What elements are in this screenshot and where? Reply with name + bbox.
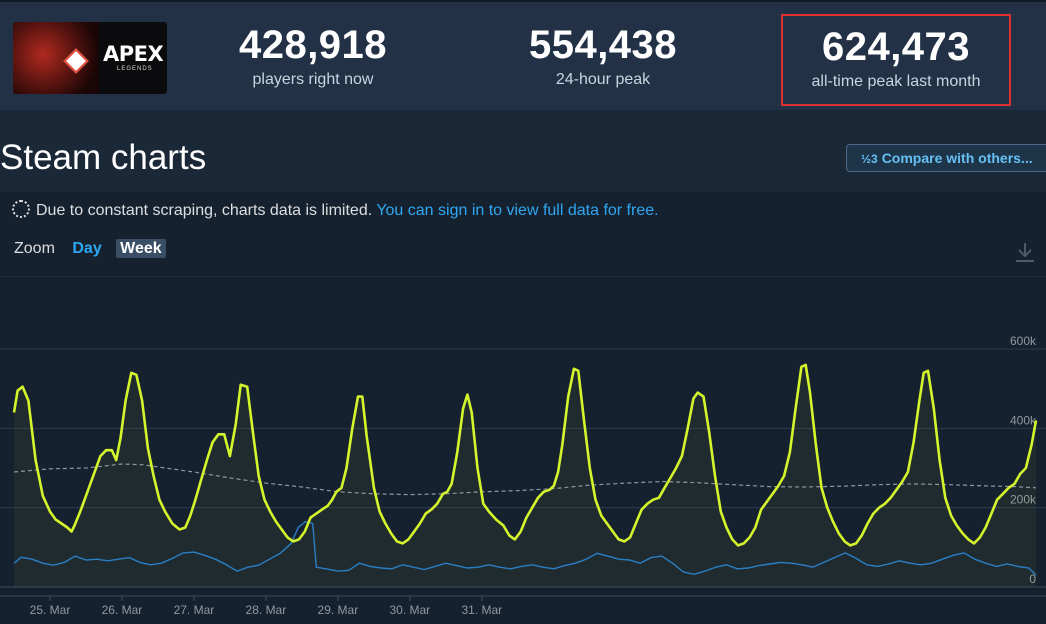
sign-in-link[interactable]: You can sign in to view full data for fr… xyxy=(376,202,658,219)
x-tick-label: 31. Mar xyxy=(461,603,502,617)
page-title: Steam charts xyxy=(0,138,207,177)
stats-header: APEX LEGENDS 428,918 players right now 5… xyxy=(0,0,1046,110)
peak-24h-label: 24-hour peak xyxy=(555,71,651,88)
all-time-peak-label: all-time peak last month xyxy=(811,73,981,90)
x-tick-label: 25. Mar xyxy=(30,603,71,617)
peak-24h-stat: 554,438 24-hour peak xyxy=(505,22,701,90)
x-tick-label: 27. Mar xyxy=(174,603,215,617)
all-time-peak-stat: 624,473 all-time peak last month xyxy=(781,14,1011,106)
zoom-label: Zoom xyxy=(14,240,55,257)
loading-spinner-icon xyxy=(12,200,30,218)
x-tick-label: 26. Mar xyxy=(102,603,143,617)
compare-button-label: Compare with others... xyxy=(881,150,1033,166)
average-players-line xyxy=(13,463,1037,496)
players-area xyxy=(14,364,1036,587)
current-players-value: 428,918 xyxy=(238,23,388,67)
all-time-peak-value: 624,473 xyxy=(821,25,971,69)
current-players-stat: 428,918 players right now xyxy=(220,22,406,90)
zoom-day-button[interactable]: Day xyxy=(72,240,101,257)
zoom-controls: Zoom Day Week xyxy=(14,239,166,258)
compare-button[interactable]: ½3 Compare with others... xyxy=(846,144,1046,172)
data-limit-notice: Due to constant scraping, charts data is… xyxy=(12,200,659,220)
y-tick-label: 400k xyxy=(1010,413,1037,427)
fraction-icon: ½3 xyxy=(861,152,878,166)
y-tick-label: 600k xyxy=(1010,334,1037,348)
zoom-week-button[interactable]: Week xyxy=(116,239,166,258)
peak-24h-value: 554,438 xyxy=(528,23,678,67)
game-logo[interactable]: APEX LEGENDS xyxy=(13,22,167,94)
x-tick-label: 28. Mar xyxy=(246,603,287,617)
logo-subtitle: LEGENDS xyxy=(117,66,153,72)
notice-text: Due to constant scraping, charts data is… xyxy=(36,202,373,219)
logo-title: APEX xyxy=(103,42,164,66)
download-icon[interactable] xyxy=(1013,240,1037,264)
current-players-label: players right now xyxy=(252,71,374,88)
player-count-chart: 0200k400k600k 25. Mar 26. Mar 27. Mar 28. M… xyxy=(0,276,1046,617)
x-tick-label: 29. Mar xyxy=(318,603,359,617)
x-tick-label: 30. Mar xyxy=(390,603,431,617)
